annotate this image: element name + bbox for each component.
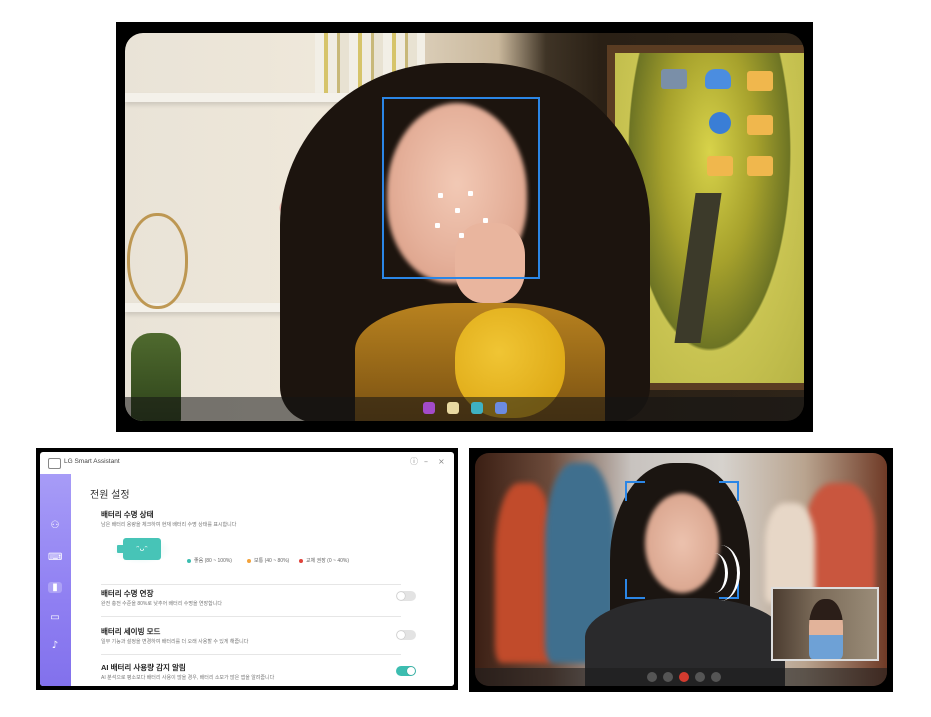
- folder-icon[interactable]: [747, 115, 773, 135]
- geometric-terrarium: [127, 213, 188, 309]
- legend-label: 좋음 (80 ~ 100%): [194, 558, 232, 564]
- face-landmark: [435, 223, 440, 228]
- folder-icon[interactable]: [747, 71, 773, 91]
- background-person: [805, 483, 875, 603]
- face-landmark: [468, 191, 473, 196]
- legend-good: 좋음 (80 ~ 100%): [187, 557, 232, 564]
- cloud-icon[interactable]: [705, 69, 731, 89]
- battery-saving-mode-toggle[interactable]: [396, 630, 416, 640]
- battery-saving-mode-title: 배터리 세이빙 모드: [101, 627, 161, 636]
- video-call-view: [475, 453, 887, 686]
- legend-fair: 보통 (40 ~ 80%): [247, 557, 289, 564]
- picture-in-picture-video[interactable]: [771, 587, 879, 661]
- legend-label: 보통 (40 ~ 80%): [254, 558, 290, 564]
- battery-saving-mode-description: 일부 기능과 설정을 변경하여 배터리를 더 오래 사용할 수 있게 해줍니다: [101, 639, 249, 645]
- divider: [101, 616, 401, 617]
- folder-icon[interactable]: [707, 156, 733, 176]
- page-title: 전원 설정: [90, 490, 130, 501]
- close-icon[interactable]: ×: [438, 457, 445, 467]
- end-call-icon[interactable]: [679, 672, 689, 682]
- app-logo-icon: [48, 458, 61, 469]
- minimize-icon[interactable]: –: [424, 457, 428, 467]
- remote-caller: [809, 599, 843, 659]
- keyboard-icon[interactable]: ⌨: [48, 552, 62, 563]
- app-window: LG Smart Assistant ⓘ – × ⚇ ⌨ ▮ ▭ ♪ 전원 설정…: [40, 452, 454, 686]
- webcam-preview: [125, 33, 804, 421]
- face-frame-corner: [719, 481, 739, 501]
- webcam-photo-panel: [116, 22, 813, 432]
- legend-label: 교체 권장 (0 ~ 40%): [306, 558, 349, 564]
- taskbar-app-icon[interactable]: [471, 402, 483, 414]
- taskbar-app-icon[interactable]: [423, 402, 435, 414]
- battery-life-extend-description: 완전 충전 수준을 80%로 낮추어 배터리 수명을 연장합니다: [101, 601, 222, 607]
- taskbar-app-icon[interactable]: [495, 402, 507, 414]
- face-frame-corner: [625, 579, 645, 599]
- voice-wave-icon: [701, 545, 740, 601]
- face-frame-corner: [625, 481, 645, 501]
- legend-dot: [247, 558, 251, 563]
- title-bar: LG Smart Assistant ⓘ – ×: [40, 452, 454, 474]
- settings-icon[interactable]: [711, 672, 721, 682]
- divider: [101, 584, 401, 585]
- face-landmark: [459, 233, 464, 238]
- battery-icon[interactable]: ▮: [48, 582, 62, 593]
- legend-dot: [299, 558, 303, 563]
- face-landmark: [455, 208, 460, 213]
- globe-icon[interactable]: [709, 112, 731, 134]
- legend-dot: [187, 558, 191, 563]
- lg-smart-assistant-panel: LG Smart Assistant ⓘ – × ⚇ ⌨ ▮ ▭ ♪ 전원 설정…: [36, 448, 458, 690]
- personalize-icon[interactable]: ⚇: [48, 520, 62, 531]
- face-detection-box: [382, 97, 540, 279]
- display-icon[interactable]: ▭: [48, 612, 62, 623]
- audio-icon[interactable]: ♪: [48, 640, 62, 651]
- battery-status-title: 배터리 수명 상태: [101, 510, 154, 519]
- folder-icon[interactable]: [747, 156, 773, 176]
- divider: [101, 654, 401, 655]
- app-title: LG Smart Assistant: [64, 458, 120, 465]
- camera-icon[interactable]: [663, 672, 673, 682]
- battery-life-extend-toggle[interactable]: [396, 591, 416, 601]
- call-control-bar: [475, 668, 887, 686]
- taskbar: [125, 397, 804, 421]
- info-icon[interactable]: ⓘ: [410, 457, 418, 467]
- more-icon[interactable]: [695, 672, 705, 682]
- settings-content: 전원 설정 배터리 수명 상태 남은 배터리 용량을 체크하여 현재 배터리 수…: [71, 474, 454, 686]
- mic-icon[interactable]: [647, 672, 657, 682]
- video-call-panel: [469, 448, 893, 692]
- ai-battery-alert-description: AI 분석으로 평소보다 배터리 사용이 많을 경우, 배터리 소모가 많은 앱…: [101, 675, 275, 681]
- sidebar: ⚇ ⌨ ▮ ▭ ♪: [40, 474, 71, 686]
- legend-replace: 교체 권장 (0 ~ 40%): [299, 557, 349, 564]
- taskbar-app-icon[interactable]: [447, 402, 459, 414]
- battery-health-icon: ᵔᴗᵔ: [123, 538, 161, 560]
- battery-status-description: 남은 배터리 용량을 체크하여 현재 배터리 수명 상태를 표시합니다: [101, 522, 237, 528]
- ai-battery-alert-toggle[interactable]: [396, 666, 416, 676]
- monitor-icon[interactable]: [661, 69, 687, 89]
- ai-battery-alert-title: AI 배터리 사용량 감지 알림: [101, 663, 186, 672]
- face-landmark: [483, 218, 488, 223]
- battery-life-extend-title: 배터리 수명 연장: [101, 589, 154, 598]
- face-landmark: [438, 193, 443, 198]
